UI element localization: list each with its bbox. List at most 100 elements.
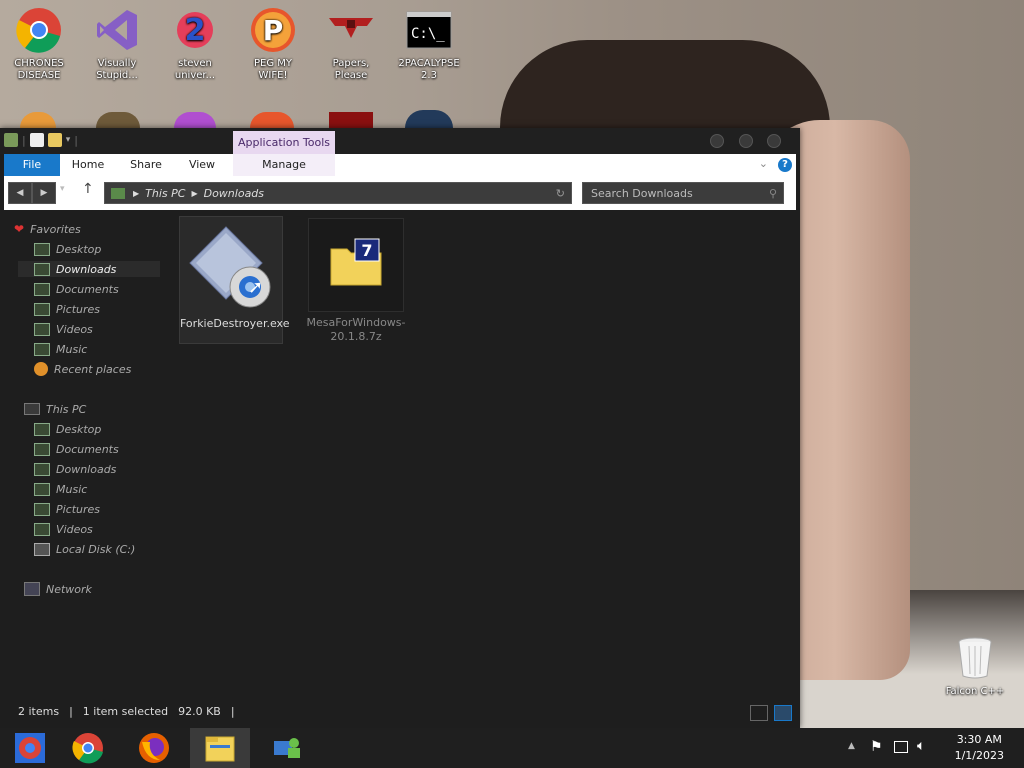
desktop-icon-chrones[interactable]: CHRONES DISEASE [5,6,73,82]
sidebar-network[interactable]: Network [24,581,92,597]
tab-manage[interactable]: Manage [233,154,335,176]
sidebar-pc-desktop[interactable]: Desktop [34,421,101,437]
help-icon[interactable]: ? [778,158,792,172]
firefox-icon [139,733,169,763]
desktop-icon-label: PEG MY WIFE! [253,58,292,81]
tab-file[interactable]: File [4,154,60,176]
folder-app-icon[interactable] [4,133,18,147]
sidebar-pc-pictures[interactable]: Pictures [34,501,100,517]
sidebar-section-label: Favorites [30,222,81,236]
tab-view[interactable]: View [180,154,224,176]
computer-icon [24,403,40,415]
system-clock[interactable]: 3:30 AM 1/1/2023 [955,732,1004,764]
sidebar-favorites[interactable]: ❤ Favorites [14,221,81,237]
desktop-icon-recycle-bin[interactable]: Falcon C++ [941,634,1009,698]
desktop-icon-hidden [405,110,453,128]
up-arrow-icon[interactable]: ↑ [82,181,94,197]
quick-access-toolbar: | ▾ | [4,133,78,147]
sidebar-pc-downloads[interactable]: Downloads [34,461,116,477]
title-bar[interactable]: | ▾ | Application Tools [0,128,800,154]
tab-home[interactable]: Home [64,154,112,176]
breadcrumb-chevron-icon[interactable]: ▶ [191,189,197,198]
application-gear-icon: ➚ [186,223,276,313]
details-view-icon[interactable] [750,705,768,721]
item-count: 2 items [18,705,60,718]
minimize-button[interactable] [710,134,724,148]
breadcrumb-chevron-icon[interactable]: ▶ [133,189,139,198]
file-name: MesaForWindows-20.1.8.7z [306,316,406,343]
sidebar-item-label: Recent places [54,362,132,376]
cmd-icon: C:\_ [405,6,453,54]
steven-universe-icon: 2 [171,6,219,54]
desktop-icon-visual-studio[interactable]: Visually Stupid... [83,6,151,82]
sidebar-pc-videos[interactable]: Videos [34,521,93,537]
forward-button[interactable]: ▶ [32,182,56,204]
downloads-folder-icon [34,262,50,276]
taskbar-app-chrome[interactable] [58,728,118,768]
taskbar-app-chrome-multi[interactable] [0,728,60,768]
maximize-button[interactable] [739,134,753,148]
toolbar-divider: | [22,133,26,147]
sidebar-item-pictures[interactable]: Pictures [34,301,100,317]
desktop-icon-label: 2PACALYPSE 2.3 [398,58,460,81]
sidebar-item-downloads[interactable]: Downloads [18,261,160,277]
search-box[interactable]: Search Downloads ⚲ [582,182,784,204]
large-icons-view-icon[interactable] [774,705,792,721]
sidebar-item-label: Pictures [56,302,101,316]
address-bar[interactable]: ▶ This PC ▶ Downloads ↻ [104,182,572,204]
network-people-icon [274,738,300,758]
file-explorer-icon [205,736,235,762]
7zip-archive-icon: 7 [308,218,404,312]
taskbar-app-file-explorer[interactable] [190,728,250,768]
status-bar: 2 items | 1 item selected 92.0 KB | [18,705,235,718]
clock-date: 1/1/2023 [954,749,1004,762]
chrome-multi-icon [15,733,45,763]
file-tile[interactable]: ➚ ForkieDestroyer.exe [179,216,289,344]
sidebar-item-label: Downloads [56,262,117,276]
sidebar-pc-local-disk[interactable]: Local Disk (C:) [34,541,135,557]
expand-ribbon-icon[interactable]: ⌄ [759,157,768,170]
file-tile[interactable]: 7 MesaForWindows-20.1.8.7z [305,218,407,344]
sidebar-this-pc[interactable]: This PC [24,401,86,417]
sidebar-item-label: Videos [56,522,93,536]
svg-text:2: 2 [185,13,206,48]
back-button[interactable]: ◀ [8,182,32,204]
taskbar-app-network-people[interactable] [258,728,318,768]
sidebar-item-desktop[interactable]: Desktop [34,241,101,257]
refresh-icon[interactable]: ↻ [556,187,565,200]
explorer-window: | ▾ | Application Tools File Home Share … [0,128,800,728]
sidebar-item-recent-places[interactable]: Recent places [34,361,131,377]
desktop-icon-steven-universe[interactable]: 2 steven univer... [161,6,229,82]
breadcrumb-this-pc[interactable]: This PC [145,187,185,200]
documents-folder-icon [34,282,50,296]
volume-icon[interactable]: 🔈︎ [917,738,925,754]
desktop-icon-label: steven univer... [174,58,216,81]
desktop-icon-2pacalypse[interactable]: C:\_ 2PACALYPSE 2.3 [395,6,463,82]
chrome-icon [72,733,103,764]
properties-icon[interactable] [29,133,44,147]
svg-text:7: 7 [361,241,372,260]
svg-text:P: P [263,14,284,47]
chevron-down-icon[interactable]: ▾ [66,135,71,145]
taskbar-app-firefox[interactable] [124,728,184,768]
breadcrumb-downloads[interactable]: Downloads [204,187,264,200]
sidebar-item-music[interactable]: Music [34,341,87,357]
tab-share[interactable]: Share [122,154,170,176]
sidebar-item-documents[interactable]: Documents [34,281,119,297]
sidebar-pc-documents[interactable]: Documents [34,441,119,457]
show-hidden-icons-icon[interactable]: ▲ [848,741,855,751]
search-icon[interactable]: ⚲ [769,187,777,200]
downloads-folder-icon [34,462,50,476]
action-center-flag-icon[interactable]: ⚑ [870,739,883,755]
desktop-icon-peggle[interactable]: P PEG MY WIFE! [239,6,307,82]
network-status-icon[interactable] [894,741,908,753]
recent-locations-icon[interactable]: ▾ [60,184,65,194]
sidebar-item-videos[interactable]: Videos [34,321,93,337]
desktop-icon-papers-please[interactable]: Papers, Please [317,6,385,82]
new-folder-icon[interactable] [47,133,62,147]
close-button[interactable] [767,134,781,148]
search-input[interactable]: Search Downloads [591,187,693,200]
music-folder-icon [34,482,50,496]
status-divider: | [230,705,235,718]
sidebar-pc-music[interactable]: Music [34,481,87,497]
